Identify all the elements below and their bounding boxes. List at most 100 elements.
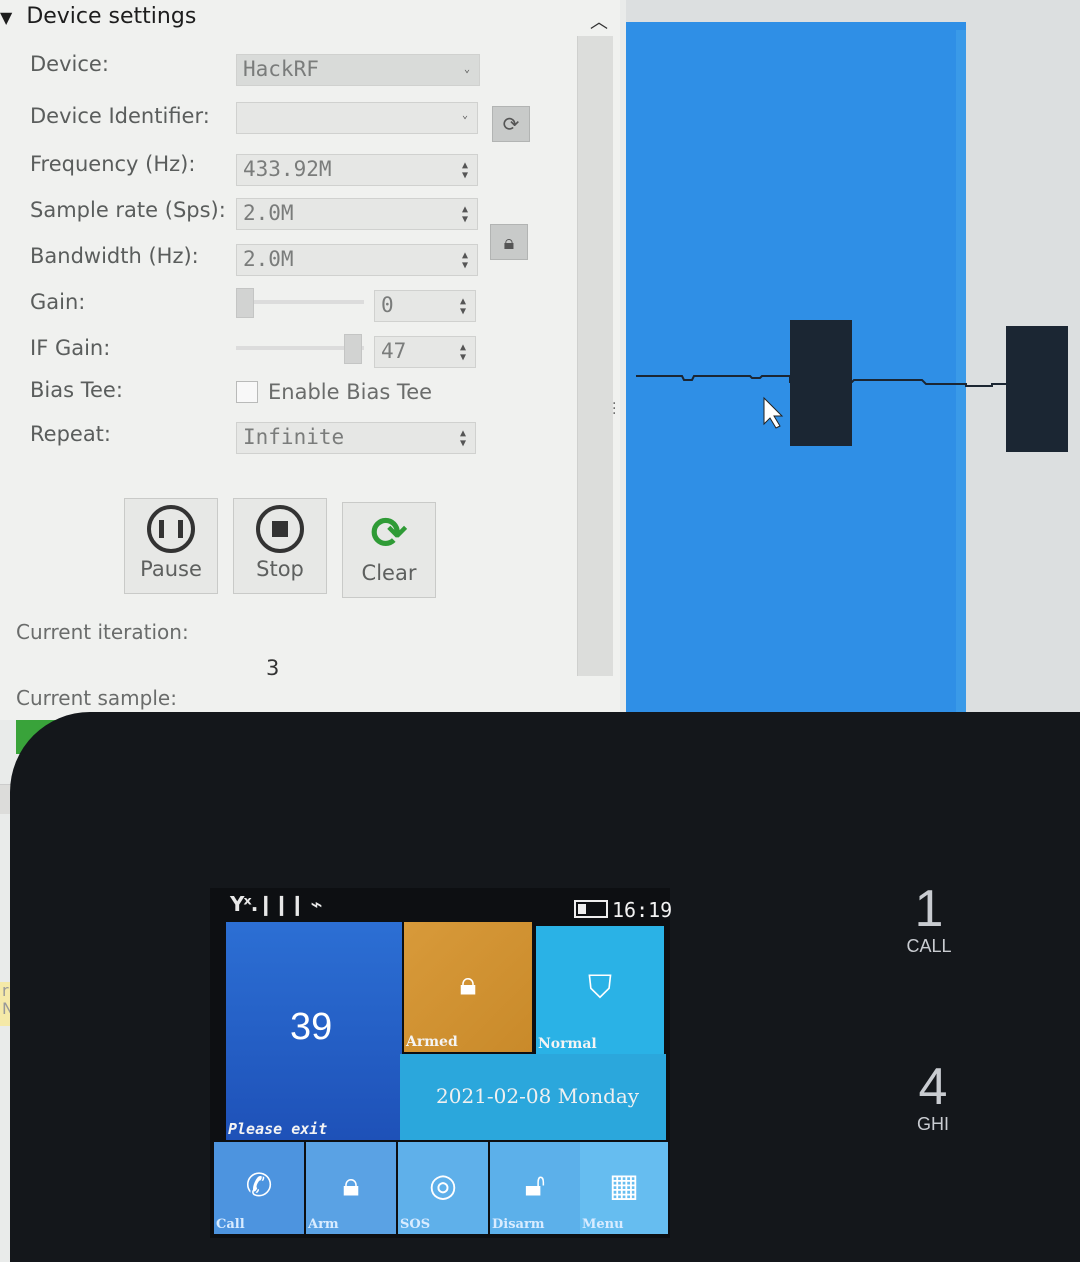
device-combobox[interactable]: HackRF ⌄	[236, 54, 480, 86]
normal-tile[interactable]: ⛉ Normal	[536, 926, 664, 1054]
key-digit: 1	[914, 880, 944, 938]
pause-label: Pause	[140, 557, 202, 581]
countdown-caption: Please exit	[228, 1120, 328, 1138]
armed-caption: Armed	[406, 1034, 458, 1050]
shield-icon: ⛉	[587, 967, 613, 1006]
device-settings-title: Device settings	[26, 4, 197, 29]
repeat-label: Repeat:	[30, 422, 111, 446]
stop-icon	[256, 505, 304, 553]
call-tile[interactable]: ✆ Call	[214, 1142, 304, 1234]
panel-date: 2021-02-08 Monday	[436, 1084, 640, 1108]
lock-icon: 🔒︎	[459, 964, 477, 1003]
gain-value: 0	[381, 293, 394, 317]
menu-caption: Menu	[582, 1217, 624, 1232]
chevron-up-icon[interactable]: ︿	[590, 8, 610, 33]
alarm-panel-screen: Yˣ.❙❙❙ ⌁ 16:19 39 Please exit 🔒︎ Armed ⛉…	[210, 888, 673, 1238]
spin-arrows-icon[interactable]: ▲ ▼	[457, 343, 469, 363]
clear-button[interactable]: ⟳ Clear	[342, 502, 436, 598]
bandwidth-spinbox[interactable]: 2.0M ▲ ▼	[236, 244, 478, 276]
lock-icon: 🔒︎	[342, 1165, 360, 1204]
device-value: HackRF	[243, 57, 319, 81]
spin-arrows-icon[interactable]: ▲ ▼	[457, 429, 469, 449]
photo-stage: ▼ Device settings ︿ Device: HackRF ⌄ Devi…	[0, 0, 1080, 1262]
countdown-value: 39	[290, 1006, 333, 1048]
bias-tee-checkbox[interactable]	[236, 381, 258, 403]
arm-caption: Arm	[308, 1217, 339, 1232]
current-sample-label: Current sample:	[16, 686, 177, 710]
spin-arrows-icon[interactable]: ▲ ▼	[459, 205, 471, 225]
chevron-down-icon: ⌄	[463, 64, 471, 75]
exit-countdown-tile[interactable]: 39 Please exit	[226, 922, 402, 1140]
bandwidth-value: 2.0M	[243, 247, 294, 271]
expand-triangle-icon: ▼	[0, 8, 13, 27]
sos-icon: ◎	[429, 1165, 457, 1204]
sample-rate-label: Sample rate (Sps):	[30, 198, 226, 222]
panel-clock: 16:19	[612, 898, 673, 922]
if-gain-spinbox[interactable]: 47 ▲ ▼	[374, 336, 476, 368]
current-iteration-value: 3	[266, 656, 280, 680]
unlock-icon: 🔓︎	[524, 1165, 546, 1204]
chevron-down-icon: ⌄	[461, 110, 469, 121]
current-iteration-label: Current iteration:	[16, 620, 189, 644]
arm-tile[interactable]: 🔒︎ Arm	[306, 1142, 396, 1234]
sos-caption: SOS	[400, 1217, 431, 1232]
frequency-spinbox[interactable]: 433.92M ▲ ▼	[236, 154, 478, 186]
normal-caption: Normal	[538, 1036, 597, 1052]
call-caption: Call	[216, 1217, 245, 1232]
signal-burst-2	[1006, 326, 1068, 452]
pause-button[interactable]: Pause	[124, 498, 218, 594]
menu-tile[interactable]: ▦ Menu	[580, 1142, 668, 1234]
refresh-icon[interactable]: ⟳	[492, 106, 530, 142]
grid-icon: ▦	[608, 1165, 640, 1204]
signal-wifi-icon: Yˣ.❙❙❙ ⌁	[230, 892, 323, 916]
sos-tile[interactable]: ◎ SOS	[398, 1142, 488, 1234]
battery-icon	[574, 900, 608, 918]
key-letters: CALL	[906, 936, 952, 956]
if-gain-value: 47	[381, 339, 407, 363]
if-gain-label: IF Gain:	[30, 336, 111, 360]
device-identifier-label: Device Identifier:	[30, 104, 210, 128]
spin-arrows-icon[interactable]: ▲ ▼	[459, 251, 471, 271]
signal-burst-1	[790, 320, 852, 446]
disarm-tile[interactable]: 🔓︎ Disarm	[490, 1142, 580, 1234]
gain-spinbox[interactable]: 0 ▲ ▼	[374, 290, 476, 322]
clear-label: Clear	[361, 561, 417, 585]
clear-icon: ⟳	[370, 507, 408, 559]
armed-tile[interactable]: 🔒︎ Armed	[404, 922, 532, 1052]
bias-tee-label: Bias Tee:	[30, 378, 123, 402]
stop-label: Stop	[256, 557, 304, 581]
waveform-canvas[interactable]	[626, 0, 1080, 722]
keypad-key-1[interactable]: 1 CALL	[896, 882, 962, 957]
frequency-label: Frequency (Hz):	[30, 152, 196, 176]
sample-rate-value: 2.0M	[243, 201, 294, 225]
waveform-view[interactable]	[626, 0, 1080, 722]
spin-arrows-icon[interactable]: ▲ ▼	[459, 161, 471, 181]
sample-rate-spinbox[interactable]: 2.0M ▲ ▼	[236, 198, 478, 230]
phone-icon: ✆	[245, 1165, 273, 1204]
key-letters: GHI	[916, 1114, 949, 1134]
device-identifier-combobox[interactable]: ⌄	[236, 102, 478, 134]
vertical-scrollbar[interactable]	[577, 36, 613, 676]
lock-icon[interactable]: 🔒︎	[490, 224, 528, 260]
gain-label: Gain:	[30, 290, 86, 314]
if-gain-slider-thumb[interactable]	[344, 334, 362, 364]
stop-button[interactable]: Stop	[233, 498, 327, 594]
splitter-handle[interactable]: · · ·	[612, 397, 616, 421]
keypad-key-4[interactable]: 4 GHI	[900, 1060, 966, 1135]
bias-tee-checkbox-label[interactable]: Enable Bias Tee	[268, 380, 432, 404]
device-label: Device:	[30, 52, 109, 76]
key-digit: 4	[918, 1058, 948, 1116]
frequency-value: 433.92M	[243, 157, 332, 181]
device-settings-header[interactable]: ▼ Device settings	[0, 4, 196, 29]
waveform-background-edge	[956, 30, 966, 722]
device-settings-panel: ▼ Device settings ︿ Device: HackRF ⌄ Devi…	[0, 0, 620, 720]
repeat-value: Infinite	[243, 425, 345, 449]
spin-arrows-icon[interactable]: ▲ ▼	[457, 297, 469, 317]
bandwidth-label: Bandwidth (Hz):	[30, 244, 199, 268]
gain-slider-thumb[interactable]	[236, 288, 254, 318]
disarm-caption: Disarm	[492, 1217, 545, 1232]
repeat-spinbox[interactable]: Infinite ▲ ▼	[236, 422, 476, 454]
date-tile: 2021-02-08 Monday	[400, 1054, 666, 1140]
gain-slider[interactable]	[236, 300, 364, 304]
pause-icon	[147, 505, 195, 553]
